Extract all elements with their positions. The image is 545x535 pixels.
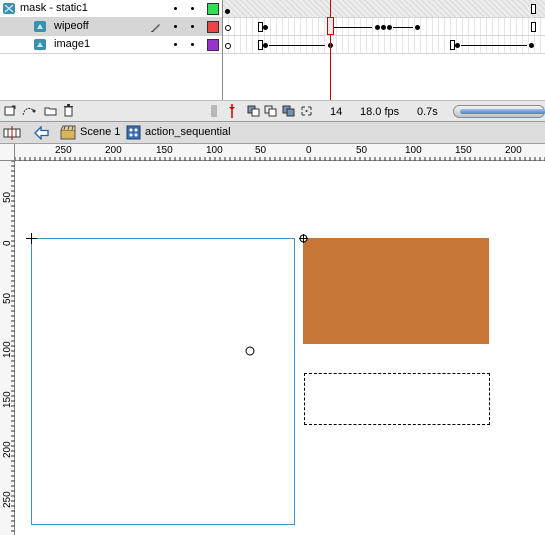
keyframe[interactable] [263,43,268,48]
edit-bar: Scene 1 action_sequential [0,122,545,144]
layer-row-image1[interactable]: image1 [0,36,545,54]
ruler-label: 50 [255,145,267,156]
instance-registration-icon [299,234,308,246]
layer-frames[interactable] [223,18,545,36]
onion-skin-outlines-icon[interactable] [264,105,277,120]
horizontal-ruler[interactable]: 250 200 150 100 50 0 50 100 150 200 [15,144,545,161]
ruler-label: 200 [2,441,13,458]
mask-layer-icon [3,3,15,14]
modify-onion-markers-icon[interactable] [300,105,313,120]
masked-layer-icon [34,39,46,50]
movie-clip-icon [126,125,141,143]
ruler-label: 150 [455,145,472,156]
timeline-horizontal-scrollbar[interactable] [453,105,545,118]
layer-outline-color-swatch[interactable] [207,3,219,15]
back-arrow-icon[interactable] [34,125,49,143]
empty-selection-marquee[interactable] [304,373,490,425]
timeline-panel: mask - static1 wipeoff image1 [0,0,545,100]
keyframe[interactable] [263,25,268,30]
show-hide-dot[interactable] [174,25,177,28]
layer-name-cell[interactable]: image1 [0,36,222,54]
playhead[interactable] [330,0,331,100]
scrollbar-thumb[interactable] [460,109,545,114]
ruler-label: 150 [2,391,13,408]
keyframe[interactable] [225,9,230,14]
ruler-label: 150 [156,145,173,156]
keyframe[interactable] [455,43,460,48]
tween-arrow [269,45,325,46]
lock-dot[interactable] [191,7,194,10]
center-frame-icon[interactable] [229,104,235,121]
ruler-label: 250 [2,491,13,508]
ruler-label: 50 [2,292,13,304]
onion-skin-icon[interactable] [247,105,260,120]
insert-folder-icon[interactable] [44,105,57,120]
orange-rectangle-shape[interactable] [303,238,489,344]
timeline-toggle-icon[interactable] [3,126,21,143]
playhead-handle[interactable] [327,17,334,35]
ruler-label: 100 [2,341,13,358]
show-hide-dot[interactable] [174,7,177,10]
keyframe[interactable] [381,25,386,30]
symbol-bounding-box[interactable] [31,238,295,525]
layer-frames[interactable] [223,36,545,54]
elapsed-time-readout: 0.7s [417,106,438,118]
lock-dot[interactable] [191,25,194,28]
symbol-breadcrumb[interactable]: action_sequential [145,126,231,138]
transform-point-icon[interactable] [245,346,255,359]
ruler-label: 100 [405,145,422,156]
layer-frames[interactable] [223,0,545,18]
tween-arrow [334,27,372,28]
tween-arrow [393,27,413,28]
edit-multiple-frames-icon[interactable] [282,105,295,120]
ruler-label: 200 [505,145,522,156]
stage[interactable] [16,161,545,535]
layer-list-empty-area [0,54,222,100]
end-frame-marker[interactable] [531,22,536,32]
keyframe[interactable] [415,25,420,30]
timeline-status-bar: 14 18.0 fps 0.7s [0,100,545,122]
ruler-label: 100 [206,145,223,156]
ruler-label: 250 [55,145,72,156]
ruler-label: 0 [306,145,312,156]
masked-layer-icon [34,21,46,32]
frame-rate-readout: 18.0 fps [360,106,400,118]
divider-grip-icon[interactable] [211,105,217,120]
show-hide-dot[interactable] [174,43,177,46]
layer-name: wipeoff [54,20,89,32]
layer-outline-color-swatch[interactable] [207,21,219,33]
layer-name-cell[interactable]: mask - static1 [0,0,222,18]
frames-empty-area [223,54,545,100]
ruler-label: 50 [2,191,13,203]
scene-clapper-icon [60,125,76,143]
empty-keyframe[interactable] [225,25,231,31]
ruler-label: 50 [356,145,368,156]
insert-layer-icon[interactable] [4,105,16,120]
lock-dot[interactable] [191,43,194,46]
end-frame-marker[interactable] [531,4,536,14]
layer-outline-color-swatch[interactable] [207,39,219,51]
keyframe[interactable] [529,43,534,48]
keyframe[interactable] [375,25,380,30]
ruler-label: 200 [105,145,122,156]
keyframe[interactable] [387,25,392,30]
layer-name: mask - static1 [20,2,88,14]
registration-crosshair-icon [26,233,37,247]
tween-arrow [461,45,527,46]
layer-name-cell[interactable]: wipeoff [0,18,222,36]
ruler-corner [0,144,15,161]
pencil-icon [150,21,162,36]
add-motion-guide-icon[interactable] [22,105,36,120]
layer-row-wipeoff[interactable]: wipeoff [0,18,545,36]
layer-name: image1 [54,38,91,50]
timeline-divider[interactable] [222,0,223,100]
layer-row-mask-static1[interactable]: mask - static1 [0,0,545,18]
scene-breadcrumb[interactable]: Scene 1 [80,126,120,138]
trash-icon[interactable] [63,104,74,120]
ruler-label: 0 [2,240,13,246]
current-frame-readout: 14 [330,106,343,118]
vertical-ruler[interactable]: 50 0 50 100 150 200 250 [0,161,15,535]
empty-keyframe[interactable] [225,43,231,49]
